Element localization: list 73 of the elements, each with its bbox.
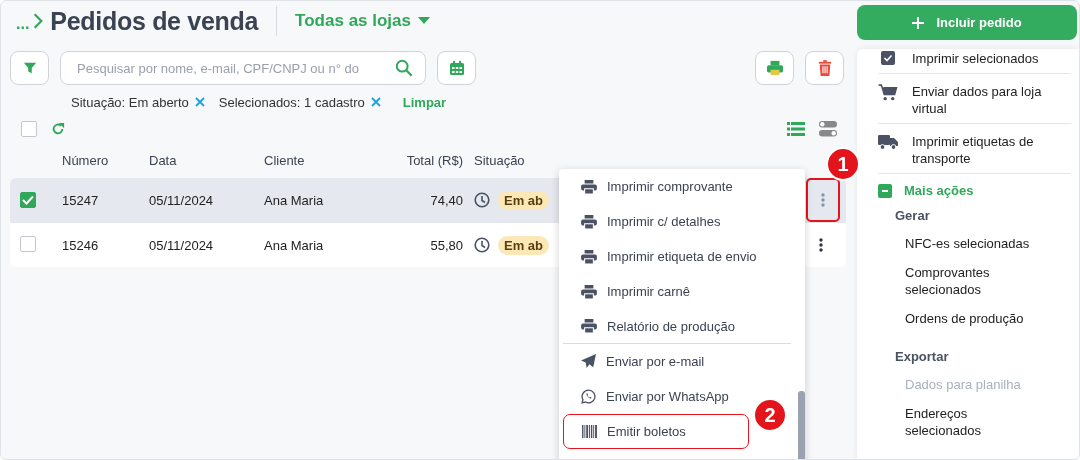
collapse-icon [878, 183, 892, 198]
remove-filter-icon[interactable] [194, 97, 205, 107]
filter-button[interactable] [10, 51, 49, 85]
search-field[interactable]: Pesquisar por nome, e-mail, CPF/CNPJ ou n° do [60, 51, 426, 85]
whatsapp-icon [581, 389, 596, 404]
plus-icon [912, 16, 925, 29]
action-link[interactable]: NFC-es selecionadas [895, 229, 1045, 258]
kebab-icon [821, 193, 825, 207]
print-button[interactable] [755, 51, 794, 85]
table-cell-text: Ana Maria [264, 192, 325, 208]
group-heading: Gerar [895, 208, 931, 223]
action-link[interactable]: Endereços selecionados [895, 399, 1045, 445]
column-header: Data [149, 152, 178, 168]
column-header: Número [62, 152, 110, 168]
paper-plane-icon [581, 354, 596, 369]
cart-icon [878, 84, 898, 101]
table-cell-text: 15247 [62, 192, 100, 208]
chevron-right-icon [33, 12, 44, 30]
action-item[interactable]: Enviar dados para loja virtual [878, 82, 1071, 124]
group-heading: Exportar [895, 349, 950, 364]
printer-icon [581, 179, 597, 194]
list-view-icon[interactable] [787, 122, 805, 136]
remove-filter-icon[interactable] [370, 97, 381, 107]
action-link[interactable]: Comprovantes selecionados [895, 258, 1045, 304]
column-header: Cliente [264, 152, 306, 168]
table-cell-text: 15246 [62, 237, 100, 253]
row-checkbox[interactable] [20, 192, 36, 208]
menu-item[interactable]: Imprimir etiqueta de envio [563, 239, 765, 274]
trash-icon [817, 60, 832, 76]
printer-icon [581, 284, 597, 299]
printer-icon [581, 319, 597, 333]
toggle-view-icon[interactable] [819, 121, 837, 137]
clock-icon [474, 237, 490, 253]
table-cell-text: Ana Maria [264, 237, 325, 253]
table-cell-text: 55,80 [429, 237, 463, 253]
clock-icon [474, 192, 490, 208]
menu-item[interactable]: Enviar por WhatsApp [563, 379, 737, 414]
refresh-icon[interactable] [51, 122, 65, 136]
barcode-icon [582, 425, 597, 438]
caret-icon [418, 17, 430, 25]
table-cell-text: 05/11/2024 [149, 237, 215, 253]
calendar-icon [448, 60, 465, 76]
action-item[interactable]: Imprimir etiquetas de transporte [878, 132, 1071, 174]
truck-icon [878, 134, 898, 150]
delete-button[interactable] [805, 51, 844, 85]
status-badge: Em ab [498, 235, 549, 255]
table-cell-text: 05/11/2024 [149, 192, 215, 208]
search-icon [395, 59, 413, 77]
action-link[interactable]: Ordens de produção [895, 304, 1045, 333]
printer-icon [581, 249, 597, 264]
menu-item[interactable]: Imprimir c/ detalhes [563, 204, 729, 239]
printer-icon [765, 60, 784, 76]
callout-number: 1 [826, 147, 860, 181]
kebab-icon [819, 238, 823, 252]
row-checkbox[interactable] [20, 235, 36, 252]
menu-item[interactable]: Imprimir comprovante [563, 169, 741, 204]
action-item[interactable]: Imprimir selecionados [878, 49, 1071, 74]
menu-item[interactable]: Imprimir carnê [563, 274, 699, 309]
printer-icon [581, 214, 597, 229]
filter-label: Selecionados: 1 cadastro [218, 94, 365, 110]
page-title: Pedidos de venda [50, 6, 259, 36]
callout-number: 2 [753, 398, 787, 432]
column-header: Total (R$) [405, 152, 463, 168]
select-all-checkbox[interactable] [21, 121, 37, 137]
filter-icon [22, 61, 37, 75]
status-badge: Em ab [498, 190, 549, 210]
column-header: Situação [473, 152, 526, 168]
table-cell-text: 74,40 [429, 192, 463, 208]
menu-item[interactable]: Enviar por e-mail [563, 344, 713, 379]
menu-item[interactable]: Relatório de produção [563, 309, 791, 344]
menu-item[interactable]: Emitir boletos [563, 414, 749, 449]
filter-label: Situação: Em aberto [71, 94, 189, 110]
calendar-button[interactable] [437, 51, 476, 85]
